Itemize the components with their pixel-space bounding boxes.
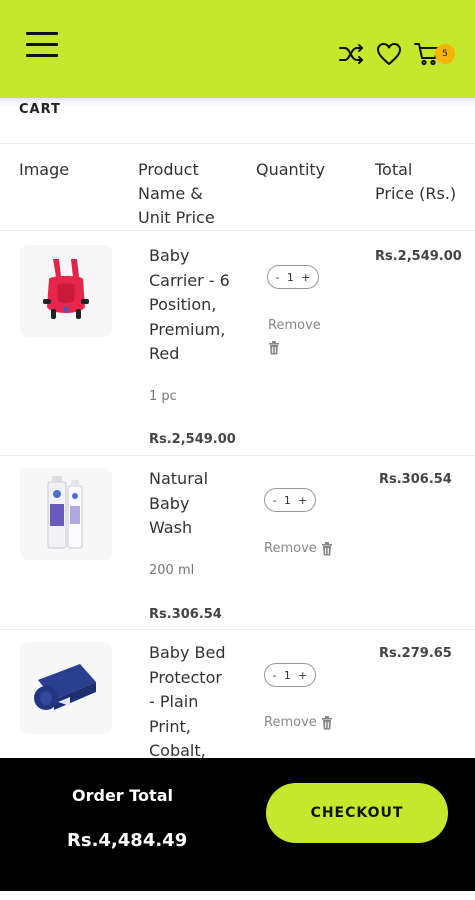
column-header-product: Product Name & Unit Price <box>138 158 215 230</box>
divider <box>0 455 475 456</box>
product-name-line: Carrier - 6 <box>149 270 230 290</box>
column-header-quantity: Quantity <box>256 160 326 179</box>
product-name-line: Wash <box>149 518 193 537</box>
product-name-line: Baby <box>149 246 190 265</box>
product-name-line: Protector <box>149 667 222 687</box>
bed-protector-image <box>34 664 96 710</box>
product-name[interactable]: Baby Bed Protector - Plain Print, Cobalt… <box>149 641 245 764</box>
page-title: CART <box>19 102 61 117</box>
product-name-line: - Plain <box>149 692 199 711</box>
product-name-line: Premium, <box>149 319 226 339</box>
product-name-line: Natural <box>149 469 209 488</box>
column-header-product-line: Unit Price <box>138 208 215 227</box>
product-name-line: Baby <box>149 493 190 513</box>
product-image-bed-protector[interactable] <box>20 642 112 734</box>
column-header-total-line: Total <box>375 160 413 179</box>
increase-quantity-button[interactable]: + <box>301 271 310 284</box>
divider <box>0 629 475 630</box>
order-total-label: Order Total <box>72 786 173 805</box>
remove-label: Remove <box>268 318 321 333</box>
column-header-product-line: Name & <box>138 184 203 203</box>
baby-carrier-image <box>43 259 89 319</box>
product-name[interactable]: Baby Carrier - 6 Position, Premium, Red <box>149 244 245 367</box>
shuffle-icon[interactable] <box>337 40 365 68</box>
bottom-strip <box>0 891 475 900</box>
quantity-value: 1 <box>286 270 294 284</box>
increase-quantity-button[interactable]: + <box>298 494 307 507</box>
product-name-line: Print, <box>149 716 191 736</box>
decrease-quantity-button[interactable]: - <box>276 271 280 284</box>
column-header-product-line: Product <box>138 160 199 179</box>
top-app-bar: 5 <box>0 0 475 98</box>
header-actions: 5 <box>327 40 455 68</box>
remove-button[interactable]: Remove <box>264 541 333 556</box>
quantity-stepper: - 1 + <box>264 488 316 512</box>
hamburger-menu-icon[interactable] <box>26 32 58 58</box>
product-size-label: 1 pc <box>149 389 177 404</box>
product-total-price: Rs.279.65 <box>379 646 452 661</box>
column-header-total: Total Price (Rs.) <box>375 158 456 206</box>
product-image-baby-wash[interactable] <box>20 468 112 560</box>
trash-icon <box>269 341 279 355</box>
product-image-baby-carrier[interactable] <box>20 245 112 337</box>
baby-wash-bottle-image <box>47 476 83 549</box>
divider <box>0 230 475 231</box>
column-header-total-line: Price (Rs.) <box>375 184 457 203</box>
remove-label: Remove <box>264 715 317 730</box>
product-unit-price: Rs.2,549.00 <box>149 432 236 447</box>
trash-icon <box>321 541 332 555</box>
product-total-price: Rs.2,549.00 <box>375 249 462 264</box>
product-total-price: Rs.306.54 <box>379 472 452 487</box>
order-total-value: Rs.4,484.49 <box>67 830 188 851</box>
checkout-button[interactable]: CHECKOUT <box>266 783 448 843</box>
product-name-line: Baby Bed <box>149 643 226 662</box>
product-size-label: 200 ml <box>149 563 195 578</box>
divider <box>0 143 475 144</box>
quantity-value: 1 <box>283 493 291 507</box>
product-name[interactable]: Natural Baby Wash <box>149 467 245 541</box>
header-shadow <box>0 98 475 106</box>
quantity-stepper: - 1 + <box>264 663 316 687</box>
quantity-stepper: - 1 + <box>267 265 319 289</box>
decrease-quantity-button[interactable]: - <box>273 494 277 507</box>
trash-icon <box>321 715 332 729</box>
heart-icon[interactable] <box>375 40 403 68</box>
increase-quantity-button[interactable]: + <box>298 669 307 682</box>
cart-count-badge: 5 <box>435 44 455 64</box>
product-name-line: Position, <box>149 295 217 314</box>
quantity-value: 1 <box>283 668 291 682</box>
column-header-image: Image <box>19 160 70 179</box>
remove-button[interactable]: Remove <box>268 318 325 355</box>
product-name-line: Red <box>149 344 180 363</box>
remove-button[interactable]: Remove <box>264 715 333 730</box>
decrease-quantity-button[interactable]: - <box>273 669 277 682</box>
remove-label: Remove <box>264 541 317 556</box>
product-unit-price: Rs.306.54 <box>149 607 222 622</box>
cart-icon[interactable]: 5 <box>413 40 455 68</box>
